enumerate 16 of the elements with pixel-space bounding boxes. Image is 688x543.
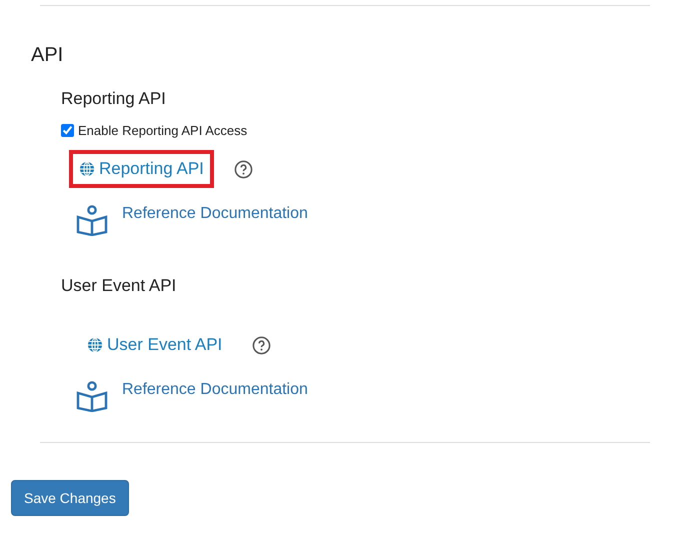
checkbox-label: Enable Reporting API Access <box>78 123 248 138</box>
group-title: User Event API <box>61 276 178 296</box>
globe-icon <box>87 337 103 353</box>
section-title: API <box>31 44 64 67</box>
help-icon[interactable] <box>252 336 272 354</box>
api-link[interactable]: Reporting API <box>69 150 214 188</box>
save-changes-button[interactable]: Save Changes <box>11 480 129 516</box>
globe-icon <box>79 161 95 177</box>
reader-book-icon <box>76 204 108 236</box>
reference-documentation-link[interactable]: Reference Documentation <box>122 381 308 399</box>
reference-documentation-link[interactable]: Reference Documentation <box>122 205 308 223</box>
reader-book-icon <box>76 380 108 412</box>
enable-checkbox[interactable] <box>61 124 74 137</box>
help-icon[interactable] <box>234 160 253 178</box>
group-title: Reporting API <box>61 89 167 109</box>
api-link[interactable]: User Event API <box>77 326 232 364</box>
